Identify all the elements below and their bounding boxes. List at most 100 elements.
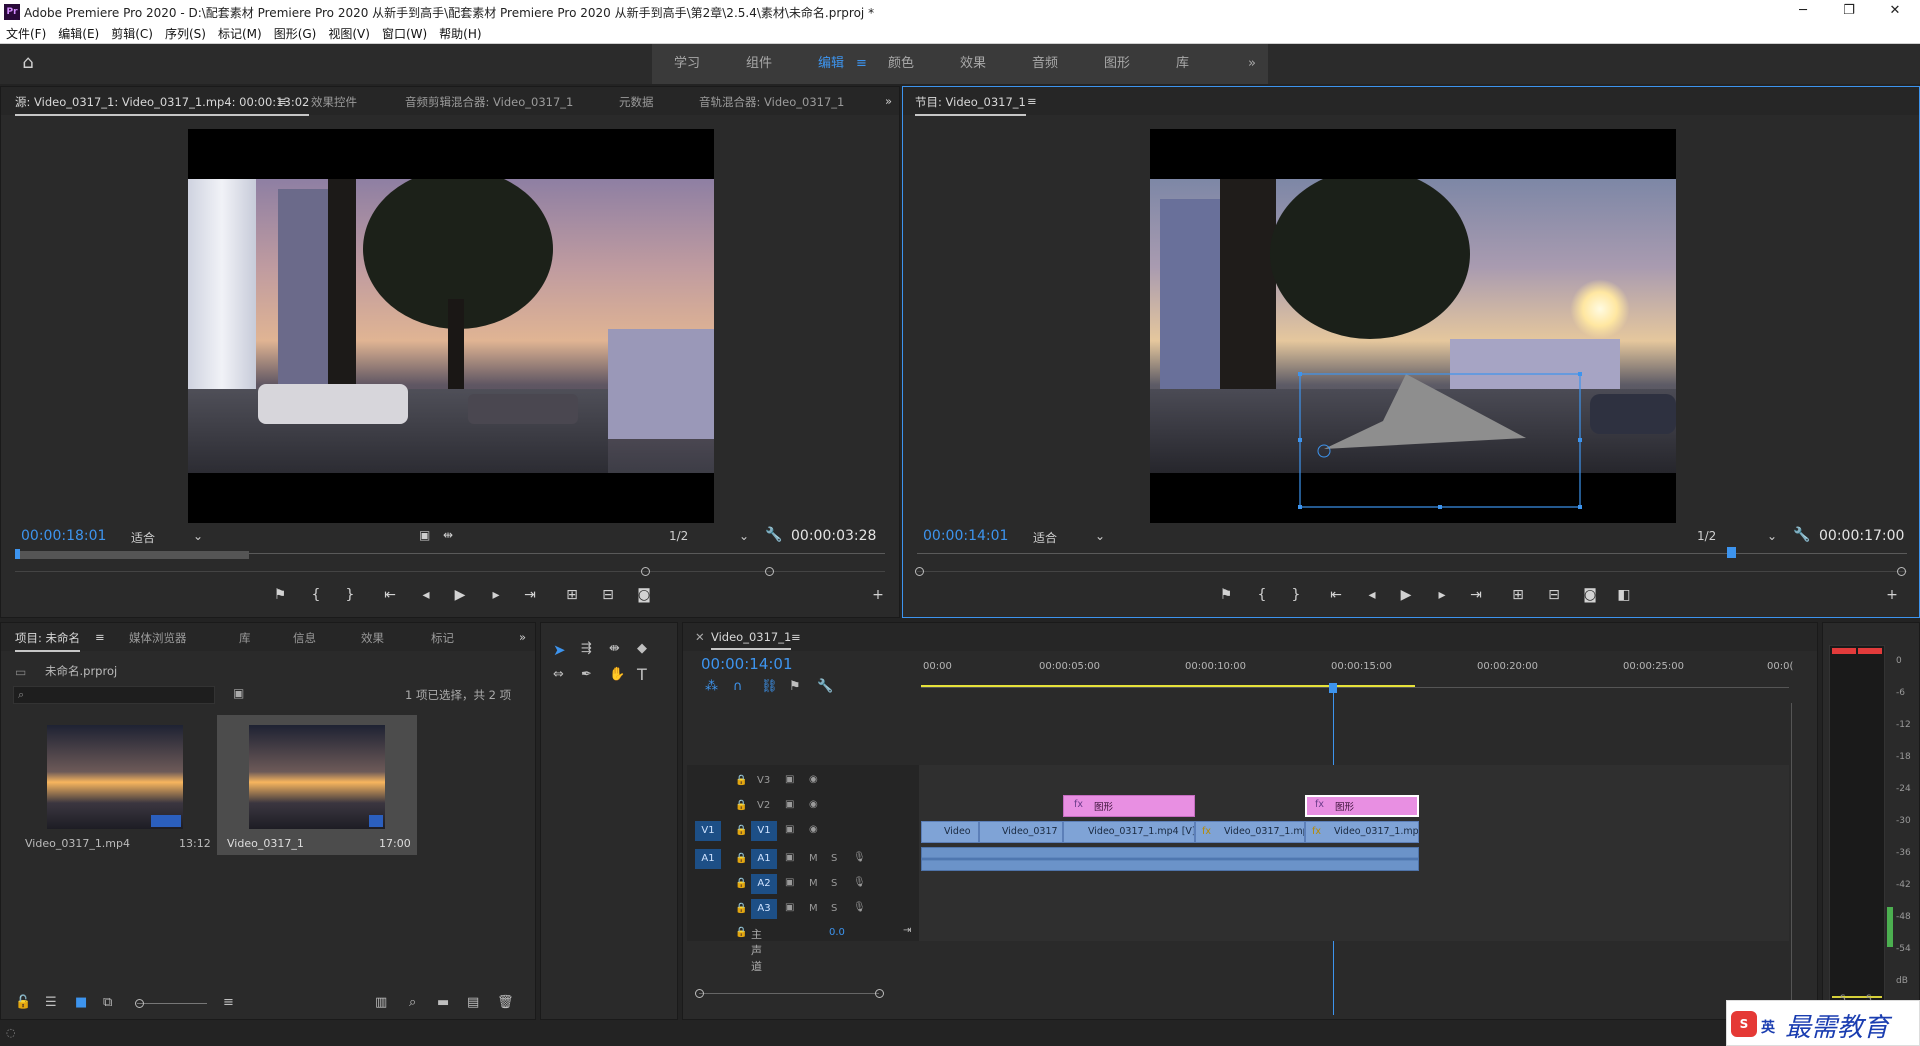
go-to-out-icon[interactable]: ⇥ <box>521 587 539 603</box>
program-resolution-dropdown[interactable]: 1/2 <box>1697 529 1716 543</box>
tab-source[interactable]: 源: Video_0317_1: Video_0317_1.mp4: 00:00… <box>15 94 310 116</box>
workspace-more-icon[interactable]: » <box>1248 44 1256 84</box>
marker-icon[interactable]: ⚑ <box>1217 587 1235 603</box>
type-tool-icon[interactable]: T <box>637 665 647 684</box>
toggle-sync-icon[interactable]: ▣ <box>785 877 794 888</box>
panel-menu-icon[interactable]: ≡ <box>1027 94 1037 108</box>
track-name[interactable]: A1 <box>751 849 777 869</box>
video-clip[interactable]: Video_0317_1.mp4 [V] <box>1063 821 1195 843</box>
home-icon[interactable]: ⌂ <box>14 52 42 76</box>
panel-menu-icon[interactable]: ≡ <box>791 630 801 644</box>
header-scrollbar[interactable] <box>699 993 879 994</box>
vertical-scrollbar[interactable] <box>1791 703 1792 1003</box>
drag-video-icon[interactable]: ⇹ <box>443 528 453 542</box>
program-time-ruler[interactable] <box>917 553 1907 554</box>
lock-icon[interactable]: 🔒 <box>735 878 747 889</box>
lock-icon[interactable]: 🔒 <box>735 825 747 836</box>
eye-icon[interactable]: ◉ <box>809 774 818 785</box>
insert-icon[interactable]: ⊞ <box>563 587 581 603</box>
workspace-menu-icon[interactable]: ≡ <box>856 44 867 84</box>
workspace-tab-libraries[interactable]: 库 <box>1176 44 1189 84</box>
pen-tool-icon[interactable]: ✒ <box>581 667 592 682</box>
toggle-sync-icon[interactable]: ▣ <box>785 902 794 913</box>
panel-menu-icon[interactable]: ≡ <box>95 630 105 644</box>
source-patch-a1[interactable]: A1 <box>695 849 721 869</box>
timeline-settings-icon[interactable]: 🔧 <box>817 679 833 694</box>
lock-icon[interactable]: 🔒 <box>735 800 747 811</box>
project-item-sequence[interactable]: Video_0317_1 17:00 <box>217 715 417 855</box>
timeline-timecode[interactable]: 00:00:14:01 <box>701 655 793 673</box>
play-icon[interactable]: ▶ <box>1397 587 1415 603</box>
track-name[interactable]: A2 <box>751 874 777 894</box>
menu-file[interactable]: 文件(F) <box>0 24 52 44</box>
tab-info[interactable]: 信息 <box>293 630 316 646</box>
lock-icon[interactable]: 🔒 <box>735 927 747 938</box>
add-button-icon[interactable]: + <box>1883 587 1901 603</box>
new-bin-from-search-icon[interactable]: ▣ <box>233 686 244 700</box>
source-timecode[interactable]: 00:00:18:01 <box>21 528 106 544</box>
new-bin-icon[interactable]: ▬ <box>437 995 449 1010</box>
workspace-tab-effects[interactable]: 效果 <box>960 44 986 84</box>
menu-edit[interactable]: 编辑(E) <box>52 24 105 44</box>
restore-button[interactable]: ❐ <box>1826 0 1872 24</box>
razor-tool-icon[interactable]: ◆ <box>637 641 647 656</box>
track-name[interactable]: V1 <box>751 821 777 841</box>
nest-sequence-icon[interactable]: ⁂ <box>705 679 718 694</box>
menu-markers[interactable]: 标记(M) <box>212 24 268 44</box>
program-timecode[interactable]: 00:00:14:01 <box>923 528 1008 544</box>
freeform-view-icon[interactable]: ⧉ <box>103 995 112 1010</box>
workspace-tab-color[interactable]: 颜色 <box>888 44 914 84</box>
new-item-icon[interactable]: ▤ <box>467 995 479 1010</box>
chevron-down-icon[interactable]: ⌄ <box>739 529 749 543</box>
step-forward-icon[interactable]: ▸ <box>1433 587 1451 603</box>
video-clip[interactable]: Video <box>921 821 979 843</box>
program-scrollbar[interactable] <box>917 571 1907 572</box>
chevron-down-icon[interactable]: ⌄ <box>193 529 203 543</box>
snap-icon[interactable]: ∩ <box>733 679 743 694</box>
add-button-icon[interactable]: + <box>869 587 887 603</box>
project-search-input[interactable]: ⌕ <box>13 686 215 704</box>
workspace-tab-graphics[interactable]: 图形 <box>1104 44 1130 84</box>
selection-tool-icon[interactable]: ➤ <box>553 641 566 659</box>
step-back-icon[interactable]: ◂ <box>1363 587 1381 603</box>
mark-out-icon[interactable]: } <box>1287 587 1305 603</box>
icon-view-icon[interactable]: ■ <box>75 995 87 1010</box>
video-clip[interactable]: fx Video_0317_1.mp4 [ <box>1305 821 1419 843</box>
go-to-out-icon[interactable]: ⇥ <box>1467 587 1485 603</box>
hand-tool-icon[interactable]: ✋ <box>609 667 625 682</box>
microphone-icon[interactable]: 🎙 <box>853 902 866 913</box>
menu-sequence[interactable]: 序列(S) <box>159 24 212 44</box>
eye-icon[interactable]: ◉ <box>809 824 818 835</box>
minimize-button[interactable]: ─ <box>1780 0 1826 24</box>
zoom-slider[interactable] <box>137 1003 207 1004</box>
automate-icon[interactable]: ▥ <box>375 995 387 1010</box>
tab-sequence[interactable]: Video_0317_1 <box>711 630 792 650</box>
tab-libraries[interactable]: 库 <box>239 630 251 646</box>
slip-tool-icon[interactable]: ⇔ <box>553 667 564 682</box>
close-button[interactable]: ✕ <box>1872 0 1918 24</box>
toggle-sync-icon[interactable]: ▣ <box>785 799 794 810</box>
go-to-in-icon[interactable]: ⇤ <box>381 587 399 603</box>
tab-effect-controls[interactable]: 效果控件 <box>311 94 357 110</box>
ripple-edit-tool-icon[interactable]: ⇼ <box>609 641 620 656</box>
tab-metadata[interactable]: 元数据 <box>619 94 654 110</box>
video-clip[interactable]: fx Video_0317_1.mp <box>1195 821 1305 843</box>
close-tab-icon[interactable]: ✕ <box>695 630 705 644</box>
workspace-tab-editing[interactable]: 编辑 <box>818 44 844 84</box>
add-marker-icon[interactable]: ⚑ <box>789 679 801 694</box>
tab-media-browser[interactable]: 媒体浏览器 <box>129 630 187 646</box>
step-back-icon[interactable]: ◂ <box>417 587 435 603</box>
compare-view-icon[interactable]: ◧ <box>1615 587 1633 603</box>
audio-clip[interactable] <box>921 847 1419 871</box>
source-scrollbar[interactable] <box>15 571 885 572</box>
find-icon[interactable]: ⌕ <box>409 995 416 1010</box>
mark-in-icon[interactable]: { <box>1253 587 1271 603</box>
lock-icon[interactable]: 🔒 <box>735 853 747 864</box>
mute-button[interactable]: M <box>809 878 818 889</box>
lift-icon[interactable]: ⊞ <box>1509 587 1527 603</box>
extract-icon[interactable]: ⊟ <box>1545 587 1563 603</box>
overwrite-icon[interactable]: ⊟ <box>599 587 617 603</box>
go-to-in-icon[interactable]: ⇤ <box>1327 587 1345 603</box>
tab-audio-clip-mixer[interactable]: 音频剪辑混合器: Video_0317_1 <box>405 94 573 110</box>
mute-button[interactable]: M <box>809 903 818 914</box>
